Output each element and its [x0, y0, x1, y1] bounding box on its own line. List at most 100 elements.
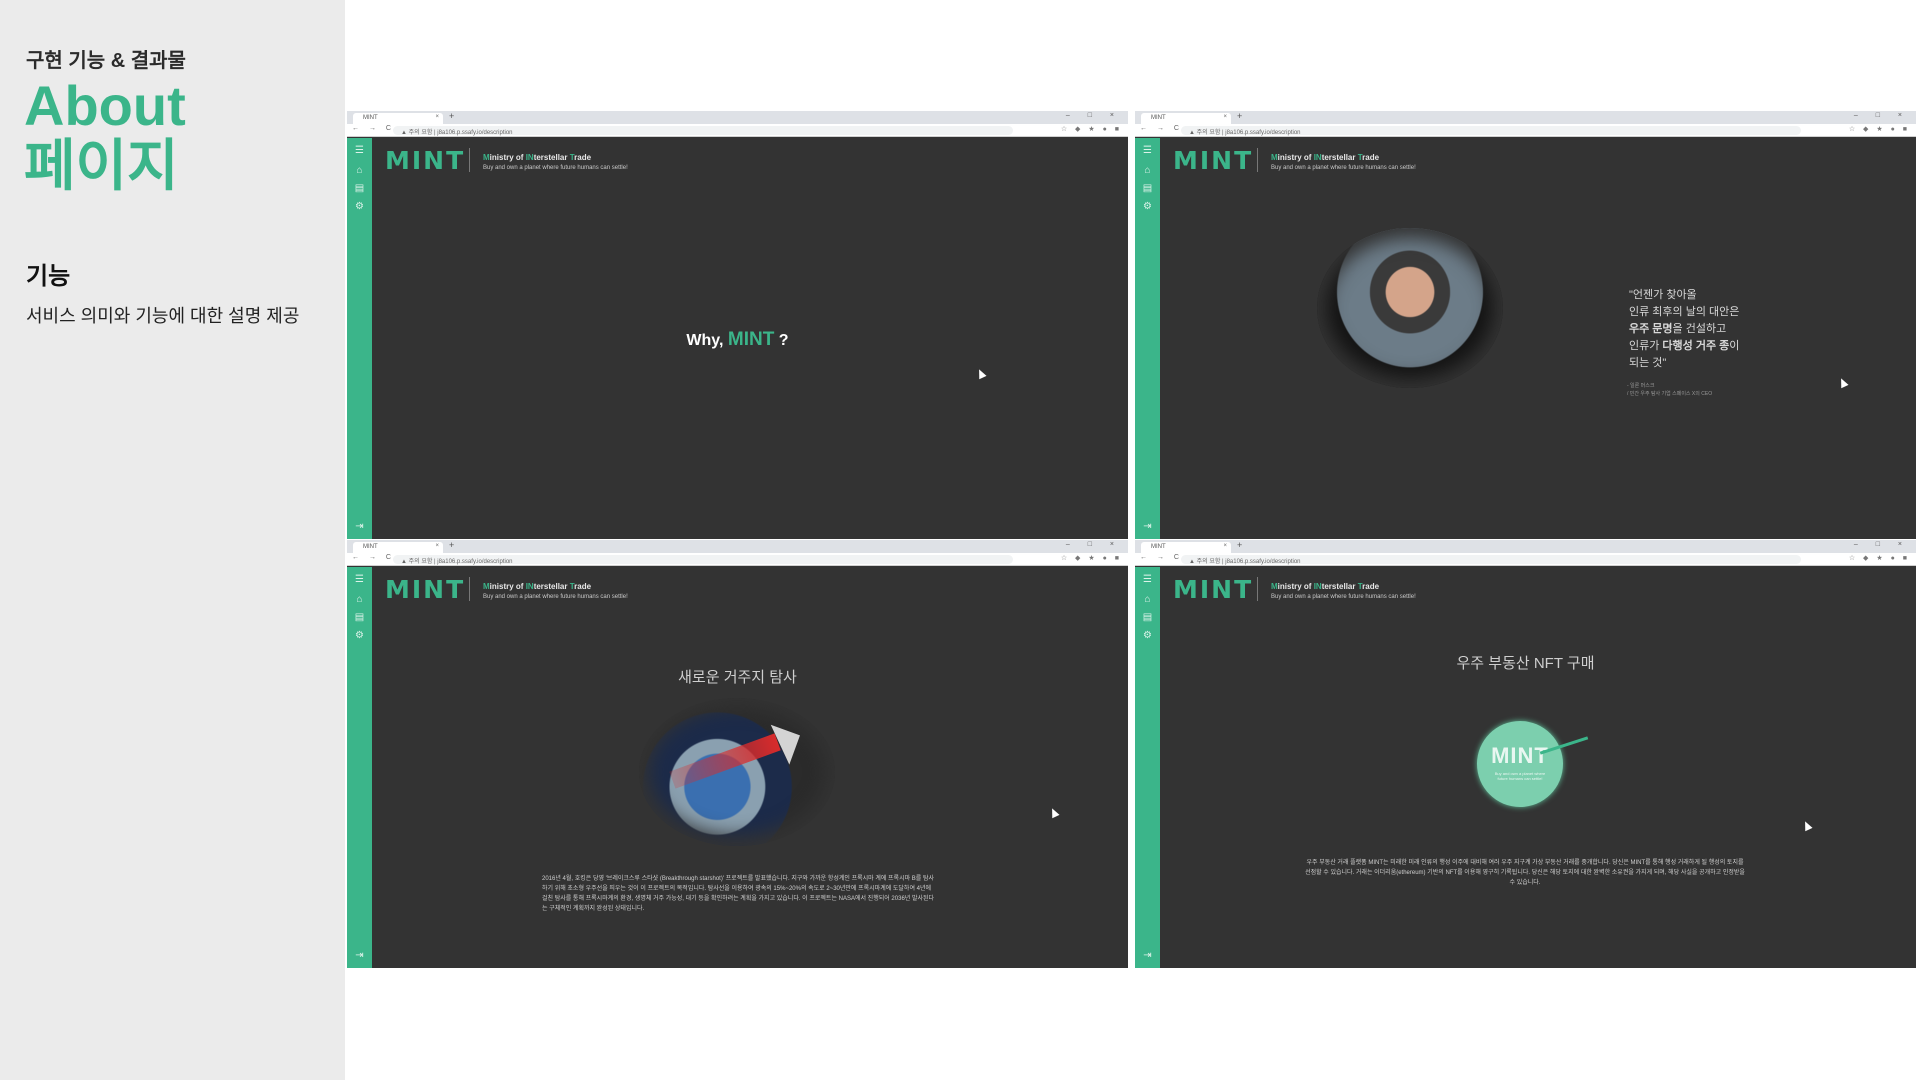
title-part-1: inistry of	[489, 153, 526, 162]
browser-address-bar: ← → C ▲ 주의 요함 | j8a106.p.ssafy.io/descri…	[347, 553, 1128, 566]
title-initial-in: IN	[525, 582, 534, 591]
title-part-2: terstellar	[1321, 153, 1358, 162]
title-part-3: rade	[574, 153, 592, 162]
menu-icon[interactable]: ☰	[353, 144, 366, 157]
logout-icon[interactable]: ⇥	[1141, 949, 1154, 962]
tab-close-icon[interactable]: ×	[435, 114, 439, 120]
window-controls[interactable]: ‒ □ ×	[1854, 541, 1910, 548]
browser-address-bar: ← → C ▲ 주의 요함 | j8a106.p.ssafy.io/descri…	[1135, 124, 1916, 137]
extension-icons[interactable]: ☆ ◆ ★ ● ■	[1849, 554, 1910, 562]
habitat-paragraph: 2016년 4월, 호킹은 당영 '브레이크스루 스타샷 (Breakthrou…	[542, 876, 935, 912]
window-controls[interactable]: ‒ □ ×	[1854, 112, 1910, 119]
mint-logo[interactable]: MINT	[1173, 146, 1253, 175]
browser-tab[interactable]: MINT ×	[1141, 113, 1231, 124]
browser-tabbar: MINT × + ‒ □ ×	[1135, 111, 1916, 124]
logout-icon[interactable]: ⇥	[1141, 520, 1154, 533]
home-icon[interactable]: ⌂	[1141, 593, 1154, 606]
screenshot-why-mint: MINT × + ‒ □ × ← → C ▲ 주의 요함 | j8a106.p.s…	[347, 111, 1128, 539]
title-initial-m: M	[483, 153, 490, 162]
settings-icon[interactable]: ⚙	[353, 200, 366, 213]
title-part-2: terstellar	[1321, 582, 1358, 591]
header-subtitle: Buy and own a planet where future humans…	[1271, 165, 1416, 171]
document-icon[interactable]: ▤	[1141, 611, 1154, 624]
quote-text: "언젠가 찾아올 인류 최후의 날의 대안은 우주 문명을 건설하고 인류가 다…	[1629, 287, 1809, 372]
header-subtitle: Buy and own a planet where future humans…	[483, 165, 628, 171]
header-divider	[1257, 148, 1258, 172]
app-sidebar: ☰ ⌂ ▤ ⚙ ⇥	[347, 567, 372, 968]
title-initial-m: M	[483, 582, 490, 591]
url-field[interactable]: ▲ 주의 요함 | j8a106.p.ssafy.io/description	[1181, 126, 1801, 136]
browser-address-bar: ← → C ▲ 주의 요함 | j8a106.p.ssafy.io/descri…	[1135, 553, 1916, 566]
quote-line: 인류가 다행성 거주 종이	[1629, 338, 1809, 355]
mint-logo[interactable]: MINT	[385, 146, 465, 175]
logout-icon[interactable]: ⇥	[353, 949, 366, 962]
title-initial-in: IN	[1313, 582, 1322, 591]
app-sidebar: ☰ ⌂ ▤ ⚙ ⇥	[1135, 138, 1160, 539]
settings-icon[interactable]: ⚙	[1141, 200, 1154, 213]
url-field[interactable]: ▲ 주의 요함 | j8a106.p.ssafy.io/description	[1181, 555, 1801, 565]
browser-tabbar: MINT × + ‒ □ ×	[347, 540, 1128, 553]
browser-tab[interactable]: MINT ×	[1141, 542, 1231, 553]
settings-icon[interactable]: ⚙	[1141, 629, 1154, 642]
new-tab-icon[interactable]: +	[1237, 111, 1242, 121]
window-controls[interactable]: ‒ □ ×	[1066, 541, 1122, 548]
settings-icon[interactable]: ⚙	[353, 629, 366, 642]
mouse-cursor-icon	[1837, 376, 1849, 389]
screenshot-new-habitat: MINT × + ‒ □ × ← → C ▲ 주의 요함 | j8a106.p.s…	[347, 540, 1128, 968]
quote-fragment: 을 건설하고	[1672, 323, 1727, 335]
document-icon[interactable]: ▤	[1141, 182, 1154, 195]
why-mint-heading: Why, MINT ?	[347, 329, 1128, 351]
extension-icons[interactable]: ☆ ◆ ★ ● ■	[1061, 554, 1122, 562]
url-field[interactable]: ▲ 주의 요함 | j8a106.p.ssafy.io/description	[393, 555, 1013, 565]
browser-nav-buttons[interactable]: ← → C	[352, 554, 395, 561]
header-title: Ministry of INterstellar Trade	[1271, 153, 1379, 162]
quote-emphasis: 다행성 거주 종	[1662, 340, 1730, 352]
home-icon[interactable]: ⌂	[353, 593, 366, 606]
header-divider	[1257, 577, 1258, 601]
mint-logo[interactable]: MINT	[1173, 575, 1253, 604]
title-part-2: terstellar	[533, 153, 570, 162]
tab-close-icon[interactable]: ×	[435, 543, 439, 549]
url-field[interactable]: ▲ 주의 요함 | j8a106.p.ssafy.io/description	[393, 126, 1013, 136]
menu-icon[interactable]: ☰	[1141, 144, 1154, 157]
new-tab-icon[interactable]: +	[1237, 540, 1242, 550]
mint-logo[interactable]: MINT	[385, 575, 465, 604]
tab-title: MINT	[363, 115, 378, 121]
coin-logo-text: MINT	[1491, 743, 1549, 768]
browser-tab[interactable]: MINT ×	[353, 542, 443, 553]
tab-close-icon[interactable]: ×	[1223, 543, 1227, 549]
menu-icon[interactable]: ☰	[1141, 573, 1154, 586]
extension-icons[interactable]: ☆ ◆ ★ ● ■	[1849, 125, 1910, 133]
slide-title-line2: 페이지	[24, 134, 179, 197]
why-suffix: ?	[774, 332, 789, 349]
menu-icon[interactable]: ☰	[353, 573, 366, 586]
new-tab-icon[interactable]: +	[449, 540, 454, 550]
slide-title: About 페이지	[24, 76, 186, 196]
browser-address-bar: ← → C ▲ 주의 요함 | j8a106.p.ssafy.io/descri…	[347, 124, 1128, 137]
home-icon[interactable]: ⌂	[353, 164, 366, 177]
browser-nav-buttons[interactable]: ← → C	[1140, 125, 1183, 132]
habitat-heading: 새로운 거주지 탐사	[678, 669, 797, 686]
section-description: 서비스 의미와 기능에 대한 설명 제공	[26, 306, 300, 326]
screenshot-quote: MINT × + ‒ □ × ← → C ▲ 주의 요함 | j8a106.p.s…	[1135, 111, 1916, 539]
browser-tab[interactable]: MINT ×	[353, 113, 443, 124]
browser-nav-buttons[interactable]: ← → C	[352, 125, 395, 132]
document-icon[interactable]: ▤	[353, 611, 366, 624]
header-divider	[469, 148, 470, 172]
header-divider	[469, 577, 470, 601]
title-part-1: inistry of	[1277, 153, 1314, 162]
extension-icons[interactable]: ☆ ◆ ★ ● ■	[1061, 125, 1122, 133]
document-icon[interactable]: ▤	[353, 182, 366, 195]
tab-close-icon[interactable]: ×	[1223, 114, 1227, 120]
mouse-cursor-icon	[1801, 819, 1813, 832]
title-initial-m: M	[1271, 582, 1278, 591]
new-tab-icon[interactable]: +	[449, 111, 454, 121]
home-icon[interactable]: ⌂	[1141, 164, 1154, 177]
why-brand: MINT	[727, 329, 775, 350]
browser-nav-buttons[interactable]: ← → C	[1140, 554, 1183, 561]
browser-tabbar: MINT × + ‒ □ ×	[1135, 540, 1916, 553]
header-title: Ministry of INterstellar Trade	[1271, 582, 1379, 591]
window-controls[interactable]: ‒ □ ×	[1066, 112, 1122, 119]
logout-icon[interactable]: ⇥	[353, 520, 366, 533]
quote-fragment: 이	[1729, 340, 1740, 352]
